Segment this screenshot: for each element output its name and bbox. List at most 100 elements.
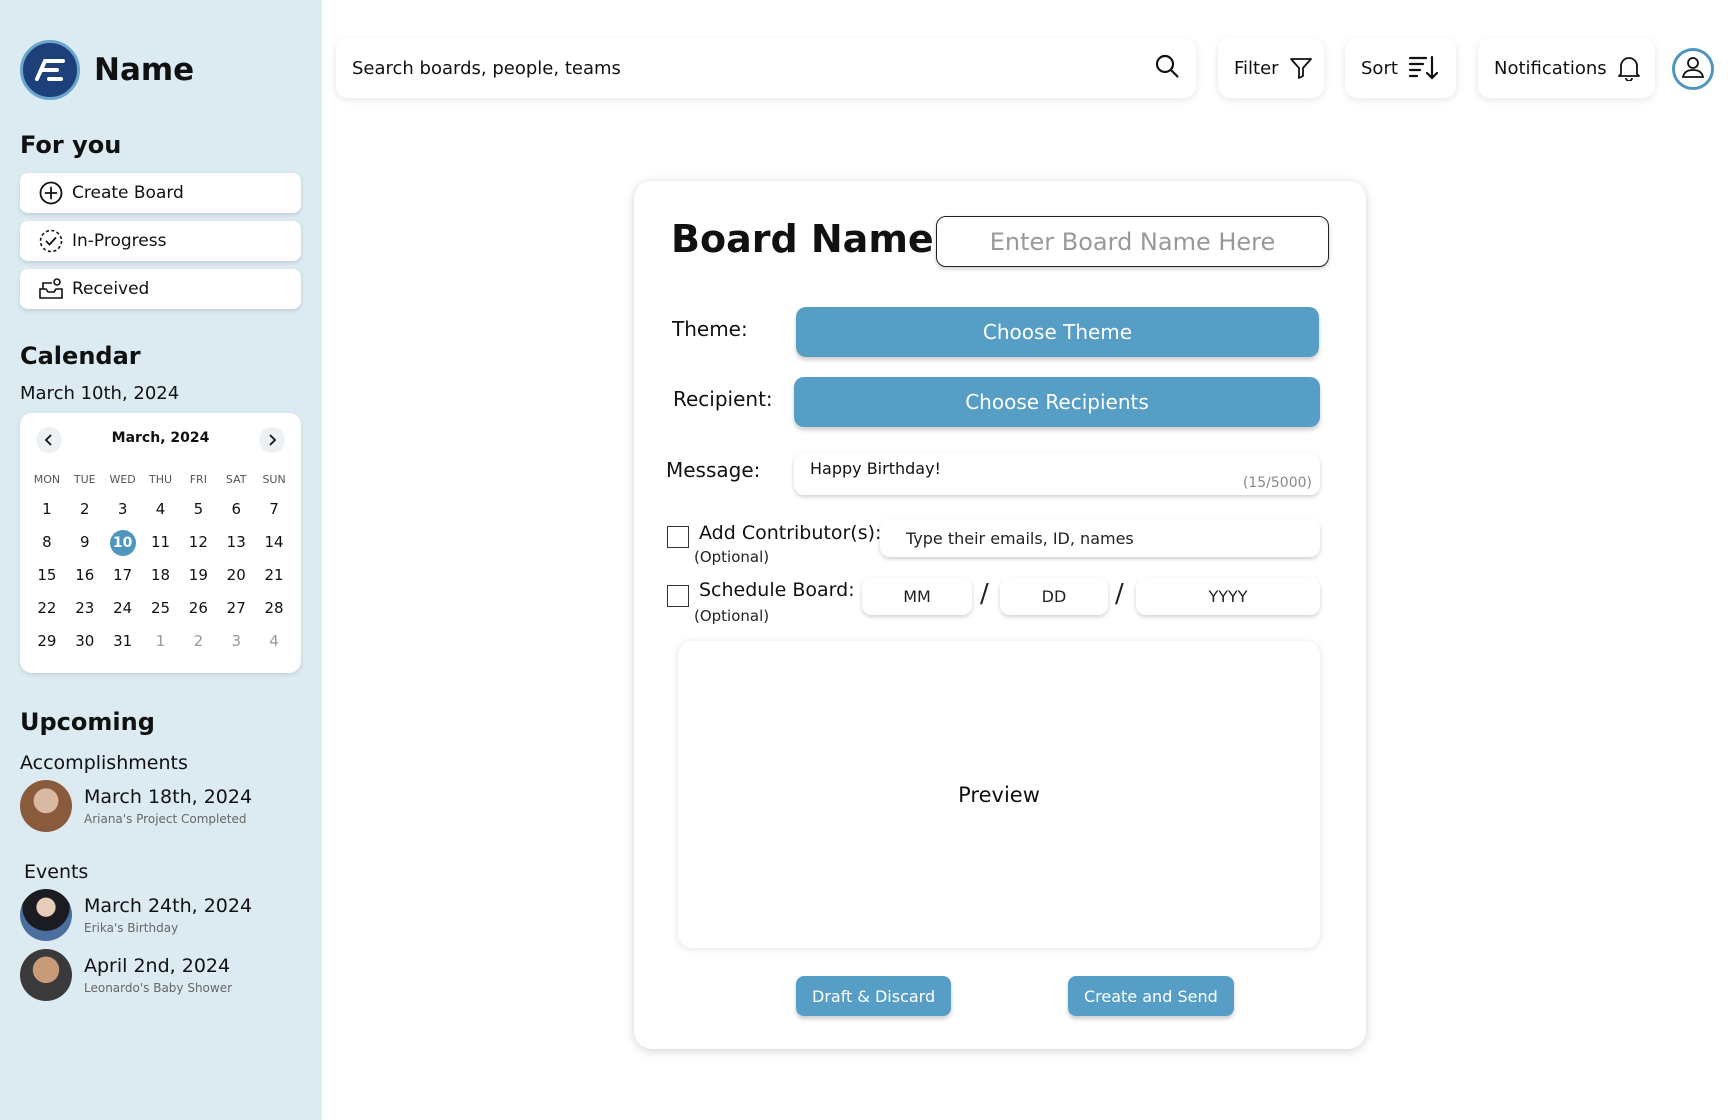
calendar-day[interactable]: 29 <box>28 625 66 658</box>
calendar-day[interactable]: 11 <box>142 526 180 559</box>
calendar-day-next-month[interactable]: 4 <box>255 625 293 658</box>
board-name-title: Board Name: <box>671 217 949 261</box>
add-contributors-label: Add Contributor(s): <box>699 522 882 544</box>
calendar-day[interactable]: 5 <box>179 493 217 526</box>
event-item[interactable]: April 2nd, 2024 Leonardo's Baby Shower <box>20 949 232 1001</box>
calendar-day[interactable]: 13 <box>217 526 255 559</box>
message-input[interactable] <box>810 459 1230 487</box>
calendar-day[interactable]: 21 <box>255 559 293 592</box>
board-name-input[interactable] <box>936 216 1329 267</box>
sidebar-item-label: Create Board <box>72 183 184 203</box>
contributors-optional-note: (Optional) <box>694 548 770 566</box>
filter-button[interactable]: Filter <box>1218 38 1324 98</box>
avatar <box>20 780 72 832</box>
calendar-day[interactable]: 17 <box>104 559 142 592</box>
calendar-day[interactable]: 4 <box>142 493 180 526</box>
notifications-button[interactable]: Notifications <box>1478 38 1655 98</box>
schedule-optional-note: (Optional) <box>694 607 770 625</box>
sidebar-item-create-board[interactable]: Create Board <box>20 173 301 213</box>
calendar-weekday-label: MON <box>33 473 61 486</box>
sidebar-item-received[interactable]: Received <box>20 269 301 309</box>
search-icon[interactable] <box>1154 53 1180 83</box>
calendar-day[interactable]: 30 <box>66 625 104 658</box>
calendar-weekday-label: TUE <box>73 473 96 486</box>
filter-icon <box>1289 56 1313 80</box>
year-input[interactable] <box>1136 577 1320 615</box>
calendar-day-next-month[interactable]: 3 <box>217 625 255 658</box>
calendar-day[interactable]: 1 <box>28 493 66 526</box>
calendar-day[interactable]: 12 <box>179 526 217 559</box>
calendar-day-next-month[interactable]: 2 <box>179 625 217 658</box>
sidebar-item-label: In-Progress <box>72 231 167 251</box>
sort-button[interactable]: Sort <box>1345 38 1456 98</box>
calendar-day[interactable]: 22 <box>28 592 66 625</box>
calendar-day[interactable]: 6 <box>217 493 255 526</box>
calendar-weekday-label: FRI <box>189 473 207 486</box>
calendar-day-selected: 10 <box>109 530 136 556</box>
month-input[interactable] <box>862 577 972 615</box>
calendar-day[interactable]: 8 <box>28 526 66 559</box>
calendar-day[interactable]: 31 <box>104 625 142 658</box>
choose-recipients-button[interactable]: Choose Recipients <box>794 377 1320 427</box>
draft-discard-button[interactable]: Draft & Discard <box>796 976 952 1016</box>
calendar-day[interactable]: 23 <box>66 592 104 625</box>
avatar <box>20 889 72 941</box>
search-input[interactable] <box>352 57 1154 79</box>
calendar-weekday-label: WED <box>109 473 136 486</box>
sort-label: Sort <box>1361 57 1398 79</box>
calendar-grid: MON TUE WED THU FRI SAT SUN 1 2 3 4 5 6 7 8 9 10 11 12 13 14… <box>28 473 293 658</box>
calendar-widget: March, 2024 MON TUE WED THU FRI SAT SUN 1 2 3 4 5 6 7… <box>20 413 301 673</box>
add-contributors-checkbox[interactable] <box>667 526 689 548</box>
filter-label: Filter <box>1234 57 1279 79</box>
calendar-day[interactable]: 7 <box>255 493 293 526</box>
calendar-next-button[interactable] <box>259 427 285 453</box>
board-preview: Preview <box>678 641 1320 948</box>
for-you-title: For you <box>20 131 122 159</box>
received-icon <box>38 276 64 302</box>
calendar-day[interactable]: 14 <box>255 526 293 559</box>
calendar-day[interactable]: 2 <box>66 493 104 526</box>
recipient-label: Recipient: <box>673 387 773 411</box>
accomplishment-item[interactable]: March 18th, 2024 Ariana's Project Comple… <box>20 780 252 832</box>
calendar-day[interactable]: 3 <box>104 493 142 526</box>
calendar-day[interactable]: 28 <box>255 592 293 625</box>
calendar-day[interactable]: 16 <box>66 559 104 592</box>
profile-button[interactable] <box>1672 48 1714 90</box>
calendar-day[interactable]: 9 <box>66 526 104 559</box>
brand[interactable]: Name <box>20 40 194 100</box>
event-date: April 2nd, 2024 <box>84 955 231 977</box>
event-description: Leonardo's Baby Shower <box>84 981 233 995</box>
sidebar-item-in-progress[interactable]: In-Progress <box>20 221 301 261</box>
event-item[interactable]: March 24th, 2024 Erika's Birthday <box>20 889 252 941</box>
calendar-day[interactable]: 24 <box>104 592 142 625</box>
calendar-day[interactable]: 15 <box>28 559 66 592</box>
logo-icon <box>20 40 80 100</box>
calendar-weekday-label: SUN <box>262 473 286 486</box>
schedule-board-checkbox[interactable] <box>667 585 689 607</box>
user-icon <box>1680 54 1706 84</box>
calendar-day[interactable]: 26 <box>179 592 217 625</box>
event-date: March 24th, 2024 <box>84 895 253 917</box>
calendar-day[interactable]: 20 <box>217 559 255 592</box>
preview-label: Preview <box>958 782 1040 807</box>
calendar-day[interactable]: 19 <box>179 559 217 592</box>
calendar-day-next-month[interactable]: 1 <box>142 625 180 658</box>
events-title: Events <box>24 861 89 883</box>
choose-theme-button[interactable]: Choose Theme <box>796 307 1319 357</box>
contributors-input[interactable] <box>880 519 1320 557</box>
search-bar <box>336 38 1196 98</box>
bell-icon <box>1617 55 1641 81</box>
calendar-weekday-label: THU <box>148 473 173 486</box>
calendar-current-date: March 10th, 2024 <box>20 383 180 404</box>
calendar-day[interactable]: 18 <box>142 559 180 592</box>
create-send-button[interactable]: Create and Send <box>1068 976 1234 1016</box>
theme-label: Theme: <box>672 317 748 341</box>
calendar-title: Calendar <box>20 342 141 370</box>
event-date: March 18th, 2024 <box>84 786 253 808</box>
sort-icon <box>1408 54 1438 82</box>
calendar-day[interactable]: 25 <box>142 592 180 625</box>
calendar-day[interactable]: 27 <box>217 592 255 625</box>
message-field: (15/5000) <box>794 453 1320 495</box>
calendar-day[interactable]: 10 <box>104 526 142 559</box>
day-input[interactable] <box>1000 577 1108 615</box>
